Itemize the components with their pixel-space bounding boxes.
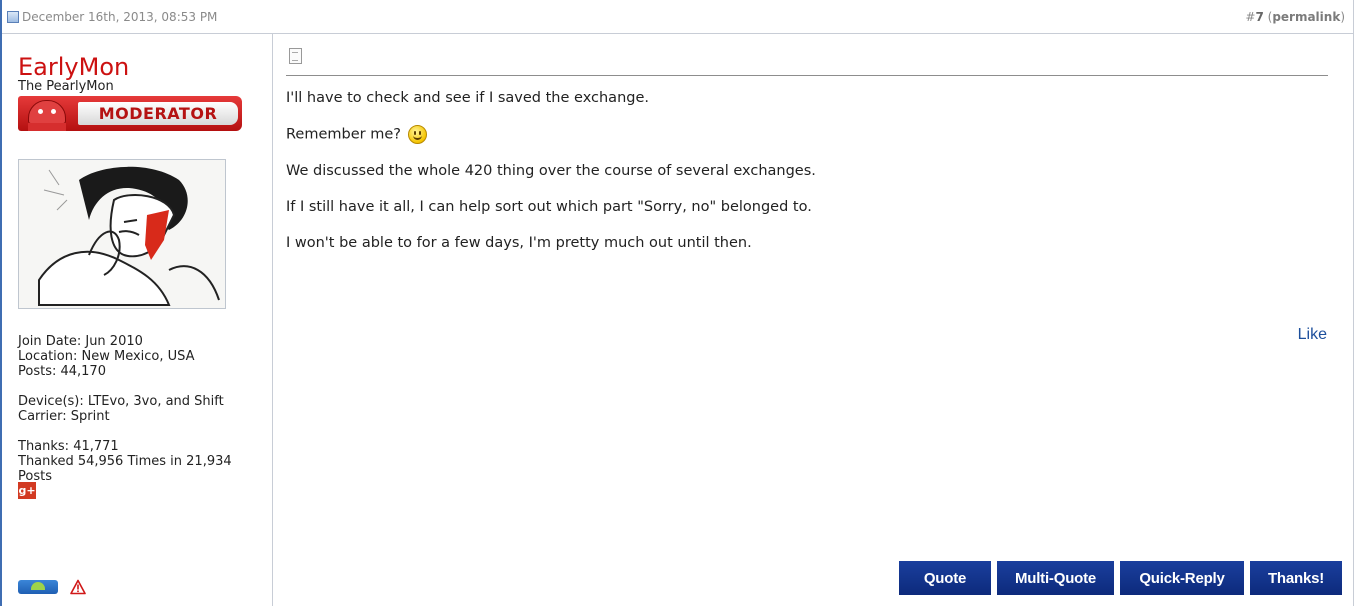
- message-title-row: [286, 48, 1328, 76]
- user-title: The PearlyMon: [18, 79, 114, 94]
- username-link[interactable]: EarlyMon: [18, 54, 272, 80]
- location: Location: New Mexico, USA: [18, 349, 195, 364]
- post-date-area: December 16th, 2013, 08:53 PM: [7, 10, 217, 24]
- user-icons-row: [18, 579, 86, 595]
- moderator-label: MODERATOR: [78, 102, 238, 125]
- message-icon: [289, 48, 302, 64]
- message-line-with-smiley: Remember me?: [286, 125, 1327, 145]
- post-header: December 16th, 2013, 08:53 PM #7 (permal…: [2, 0, 1353, 34]
- permalink-link[interactable]: permalink: [1272, 10, 1340, 24]
- devices: Device(s): LTEvo, 3vo, and Shift: [18, 394, 224, 409]
- post-number[interactable]: 7: [1255, 10, 1263, 24]
- android-body-icon: [28, 123, 66, 131]
- user-stats: Join Date: Jun 2010 Location: New Mexico…: [18, 334, 272, 499]
- thanks-button[interactable]: Thanks!: [1250, 561, 1342, 595]
- message-line: Remember me?: [286, 126, 401, 143]
- android-head-icon: [28, 100, 66, 124]
- post-actions: Quote Multi-Quote Quick-Reply Thanks!: [899, 561, 1342, 595]
- user-avatar[interactable]: [18, 159, 226, 309]
- message-line: If I still have it all, I can help sort …: [286, 198, 812, 215]
- post-number-prefix: #: [1245, 9, 1256, 24]
- quick-reply-button[interactable]: Quick-Reply: [1120, 561, 1244, 595]
- multi-quote-button[interactable]: Multi-Quote: [997, 561, 1114, 595]
- post-number-area: #7 (permalink): [1245, 10, 1345, 24]
- message-line: I won't be able to for a few days, I'm p…: [286, 234, 752, 251]
- like-link[interactable]: Like: [1298, 326, 1327, 344]
- report-post-icon[interactable]: [70, 579, 86, 595]
- user-info-panel: EarlyMon The PearlyMon MODERATOR Join Da…: [2, 34, 273, 606]
- post-date: December 16th, 2013, 08:53 PM: [22, 9, 218, 24]
- join-date: Join Date: Jun 2010: [18, 334, 143, 349]
- post-count: Posts: 44,170: [18, 364, 106, 379]
- thanks-count: Thanks: 41,771: [18, 439, 119, 454]
- message-body: I'll have to check and see if I saved th…: [286, 76, 1327, 253]
- android-device-icon: [18, 580, 58, 594]
- google-plus-icon[interactable]: g+: [18, 482, 36, 499]
- permalink-close: ): [1340, 9, 1345, 24]
- message-line: We discussed the whole 420 thing over th…: [286, 162, 816, 179]
- moderator-badge: MODERATOR: [18, 96, 242, 131]
- forum-post: December 16th, 2013, 08:53 PM #7 (permal…: [0, 0, 1354, 606]
- smiley-icon: [407, 125, 427, 144]
- avatar-sketch-icon: [19, 160, 225, 308]
- post-body: EarlyMon The PearlyMon MODERATOR Join Da…: [2, 34, 1353, 606]
- carrier: Carrier: Sprint: [18, 409, 110, 424]
- quote-button[interactable]: Quote: [899, 561, 991, 595]
- post-content: I'll have to check and see if I saved th…: [273, 34, 1353, 606]
- post-document-icon: [7, 10, 19, 23]
- thanked-count: Thanked 54,956 Times in 21,934 Posts: [18, 454, 232, 484]
- message-line: I'll have to check and see if I saved th…: [286, 90, 649, 106]
